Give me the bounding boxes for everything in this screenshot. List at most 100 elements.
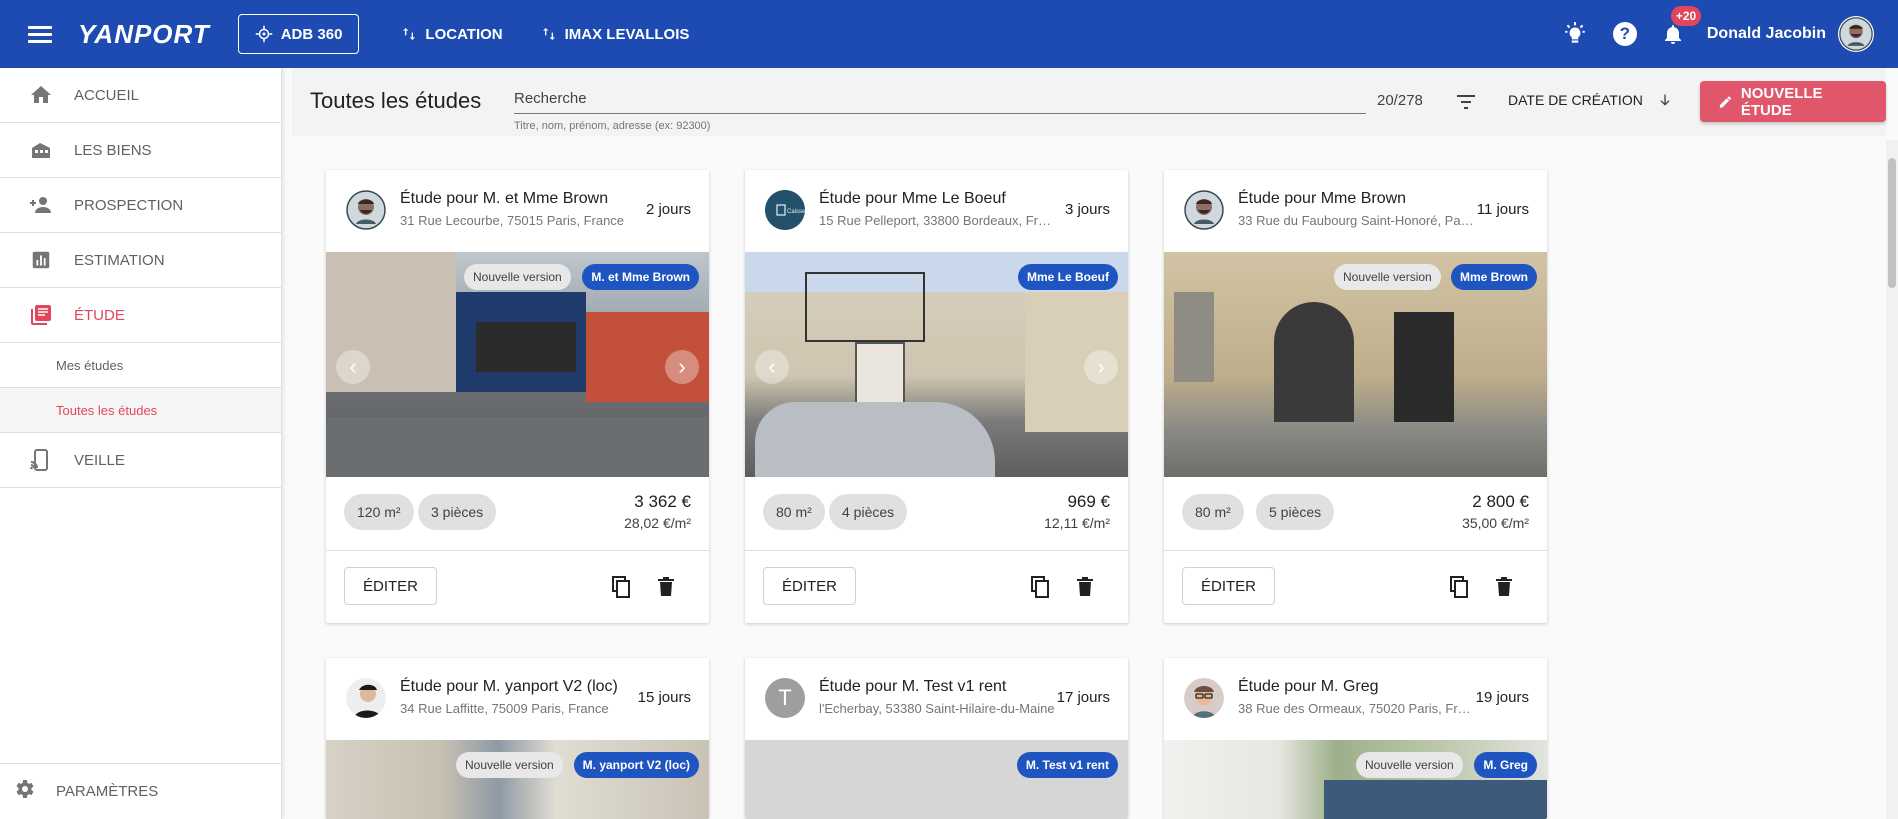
new-study-label: NOUVELLE ÉTUDE (1740, 84, 1823, 119)
new-version-chip: Nouvelle version (464, 264, 571, 290)
price-per-m2: 35,00 €/m² (1462, 515, 1529, 531)
arrow-down-icon (1660, 94, 1670, 106)
study-card[interactable]: Étude pour M. et Mme Brown 31 Rue Lecour… (326, 170, 709, 623)
buildings-icon (28, 137, 54, 163)
study-card[interactable]: T Étude pour M. Test v1 rent l'Echerbay,… (745, 658, 1128, 819)
delete-icon[interactable] (1492, 575, 1516, 599)
imax-levallois-button[interactable]: IMAX LEVALLOIS (525, 14, 706, 54)
bar-chart-icon (28, 247, 54, 273)
carousel-next-button[interactable]: › (1084, 350, 1118, 384)
sidebar-item-accueil[interactable]: ACCUEIL (0, 68, 281, 123)
gear-icon (12, 777, 36, 806)
location-label: LOCATION (425, 25, 503, 43)
theme-bulb-icon[interactable] (1561, 20, 1589, 48)
page-scrollbar[interactable] (1886, 140, 1898, 819)
card-title[interactable]: Étude pour M. et Mme Brown (400, 190, 608, 208)
study-card[interactable]: Caisse Étude pour Mme Le Boeuf 15 Rue Pe… (745, 170, 1128, 623)
sidebar-item-les-biens[interactable]: LES BIENS (0, 123, 281, 178)
sidebar-subitem-toutes-les-etudes[interactable]: Toutes les études (0, 388, 281, 433)
study-card[interactable]: Étude pour Mme Brown 33 Rue du Faubourg … (1164, 170, 1547, 623)
sidebar-item-label: ESTIMATION (74, 251, 165, 269)
scrollbar-thumb[interactable] (1888, 158, 1896, 288)
property-photo[interactable]: Nouvelle version M. yanport V2 (loc) (326, 740, 709, 819)
card-title[interactable]: Étude pour M. yanport V2 (loc) (400, 678, 618, 696)
swap-vertical-icon (542, 28, 555, 40)
sort-by-creation-date[interactable]: DATE DE CRÉATION (1508, 92, 1673, 108)
card-header: Caisse Étude pour Mme Le Boeuf 15 Rue Pe… (745, 170, 1128, 252)
imax-levallois-label: IMAX LEVALLOIS (564, 25, 690, 43)
card-address: 34 Rue Laffitte, 75009 Paris, France (400, 701, 609, 716)
sidebar-item-estimation[interactable]: ESTIMATION (0, 233, 281, 288)
study-card[interactable]: Étude pour M. Greg 38 Rue des Ormeaux, 7… (1164, 658, 1547, 819)
card-address: 38 Rue des Ormeaux, 75020 Paris, France (1238, 701, 1474, 716)
avatar (1184, 678, 1224, 718)
new-version-chip: Nouvelle version (456, 752, 563, 778)
user-avatar[interactable] (1838, 16, 1874, 52)
sidebar-item-label: VEILLE (74, 451, 125, 469)
search-input[interactable] (514, 86, 1366, 114)
carousel-next-button[interactable]: › (665, 350, 699, 384)
notifications-bell-icon[interactable]: +20 (1659, 6, 1702, 48)
card-header: Étude pour M. yanport V2 (loc) 34 Rue La… (326, 658, 709, 740)
edit-button[interactable]: ÉDITER (1182, 567, 1276, 605)
property-photo[interactable]: Nouvelle version M. Greg (1164, 740, 1547, 819)
property-photo-placeholder[interactable]: M. Test v1 rent (745, 740, 1128, 819)
sidebar-item-label: PROSPECTION (74, 196, 184, 214)
card-age: 11 jours (1476, 201, 1529, 218)
sidebar-item-veille[interactable]: VEILLE (0, 433, 281, 488)
card-title[interactable]: Étude pour M. Greg (1238, 678, 1379, 696)
copy-icon[interactable] (1028, 575, 1052, 599)
avatar-letter: T (778, 685, 792, 710)
user-name[interactable]: Donald Jacobin (1707, 25, 1826, 43)
svg-text:Caisse: Caisse (787, 209, 805, 215)
new-version-chip: Nouvelle version (1356, 752, 1463, 778)
sidebar-item-prospection[interactable]: PROSPECTION (0, 178, 281, 233)
card-title[interactable]: Étude pour M. Test v1 rent (819, 678, 1006, 696)
card-header: T Étude pour M. Test v1 rent l'Echerbay,… (745, 658, 1128, 740)
pencil-icon (1719, 95, 1732, 108)
sidebar-item-parametres[interactable]: PARAMÈTRES (0, 763, 282, 819)
delete-icon[interactable] (654, 575, 678, 599)
agency-adb360-button[interactable]: ADB 360 (237, 14, 360, 54)
help-glyph: ? (1612, 22, 1637, 46)
card-title[interactable]: Étude pour Mme Le Boeuf (819, 190, 1006, 208)
edit-button[interactable]: ÉDITER (344, 567, 438, 605)
new-study-button[interactable]: NOUVELLE ÉTUDE (1700, 81, 1886, 122)
property-photo[interactable]: Nouvelle version M. et Mme Brown ‹ › (326, 252, 709, 477)
help-icon[interactable]: ? (1611, 20, 1639, 48)
menu-icon[interactable] (28, 22, 52, 47)
property-photo[interactable]: Nouvelle version Mme Brown (1164, 252, 1547, 477)
location-button[interactable]: LOCATION (385, 14, 518, 54)
avatar: T (765, 678, 805, 718)
owner-chip: M. et Mme Brown (582, 264, 699, 290)
copy-icon[interactable] (609, 575, 633, 599)
sidebar-item-label: ACCUEIL (74, 86, 140, 104)
person-add-icon (28, 192, 54, 218)
card-title[interactable]: Étude pour Mme Brown (1238, 190, 1406, 208)
edit-button[interactable]: ÉDITER (763, 567, 857, 605)
cast-icon (28, 447, 54, 473)
card-actions: ÉDITER (1164, 551, 1547, 623)
avatar (346, 678, 386, 718)
copy-icon[interactable] (1447, 575, 1471, 599)
sidebar-subitem-mes-etudes[interactable]: Mes études (0, 343, 281, 388)
card-age: 17 jours (1056, 689, 1110, 706)
sidebar: ACCUEIL LES BIENS PROSPECTION ESTIMATION… (0, 68, 282, 819)
card-address: 15 Rue Pelleport, 33800 Bordeaux, France (819, 213, 1055, 228)
filter-icon[interactable] (1454, 90, 1478, 114)
card-header: Étude pour M. et Mme Brown 31 Rue Lecour… (326, 170, 709, 252)
carousel-prev-button[interactable]: ‹ (755, 350, 789, 384)
sidebar-item-etude[interactable]: ÉTUDE (0, 288, 281, 343)
rent-price: 3 362 € (634, 492, 691, 511)
avatar (346, 190, 386, 230)
app-logo[interactable]: YANPORT (78, 19, 210, 50)
document-stack-icon (28, 302, 54, 328)
swap-vertical-icon (403, 28, 416, 40)
delete-icon[interactable] (1073, 575, 1097, 599)
owner-chip: M. yanport V2 (loc) (573, 752, 699, 778)
property-photo[interactable]: Mme Le Boeuf ‹ › (745, 252, 1128, 477)
study-card[interactable]: Étude pour M. yanport V2 (loc) 34 Rue La… (326, 658, 709, 819)
new-version-chip: Nouvelle version (1334, 264, 1441, 290)
carousel-prev-button[interactable]: ‹ (336, 350, 370, 384)
top-app-bar: YANPORT ADB 360 LOCATION IMAX LEVALLOIS … (0, 0, 1898, 68)
